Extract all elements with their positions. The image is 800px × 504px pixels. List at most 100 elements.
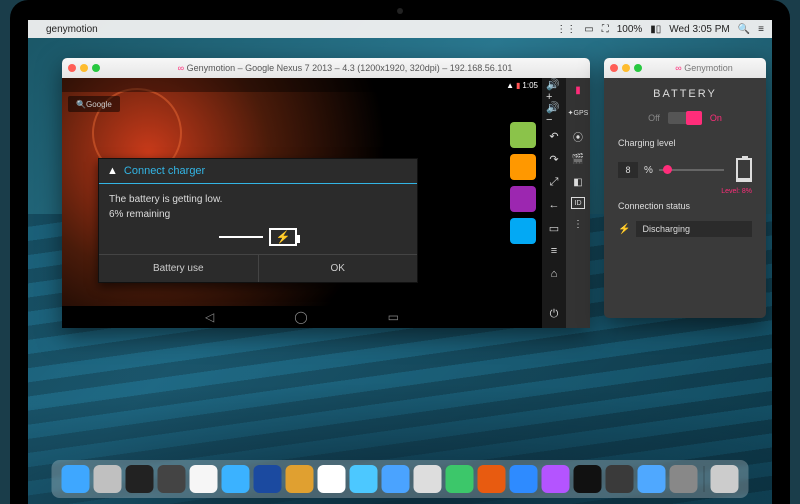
spotlight-icon[interactable]: 🔍	[738, 24, 750, 35]
dock-android-studio-icon[interactable]	[606, 465, 634, 493]
google-search-widget[interactable]: 🔍 Google	[68, 96, 120, 112]
home-app-column	[510, 122, 536, 244]
app-icon-1[interactable]	[510, 122, 536, 148]
volume-down-button[interactable]: 🔊−	[546, 105, 562, 121]
capture-widget-button[interactable]: 🎬	[570, 151, 586, 167]
dock-virtualbox-icon[interactable]	[254, 465, 282, 493]
battery-use-button[interactable]: Battery use	[99, 255, 259, 282]
app-menu-name[interactable]: genymotion	[46, 24, 98, 35]
emulator-window-title: ∞ Genymotion – Google Nexus 7 2013 – 4.3…	[106, 63, 584, 73]
more-widget-button[interactable]: ⋮	[570, 216, 586, 232]
fullscreen-icon[interactable]: ⛶	[602, 24, 609, 35]
charging-level-unit: %	[644, 165, 653, 176]
android-clock: 1:05	[522, 81, 538, 90]
warning-icon: ▲	[107, 165, 118, 177]
wifi-icon[interactable]: ⋮⋮	[556, 24, 576, 35]
emulator-titlebar[interactable]: ∞ Genymotion – Google Nexus 7 2013 – 4.3…	[62, 58, 590, 78]
battery-widget-button[interactable]: ▮	[570, 82, 586, 98]
nav-recent-icon[interactable]: ▭	[388, 310, 399, 324]
dock-firefox-icon[interactable]	[478, 465, 506, 493]
battery-percent[interactable]: 100%	[617, 24, 643, 35]
remote-widget-button[interactable]: ◧	[570, 174, 586, 190]
dock-mail-icon[interactable]	[382, 465, 410, 493]
battery-panel-close-button[interactable]	[610, 64, 618, 72]
dock-safari-icon[interactable]	[222, 465, 250, 493]
dock-launchpad-icon[interactable]	[94, 465, 122, 493]
dock-chrome-icon[interactable]	[190, 465, 218, 493]
dock-terminal-icon[interactable]	[126, 465, 154, 493]
nav-back-icon[interactable]: ◁	[205, 310, 214, 324]
battery-icon[interactable]: ▮▯	[650, 24, 661, 35]
power-button[interactable]: ⏻	[546, 308, 562, 324]
charging-level-input[interactable]	[618, 162, 638, 178]
device-recent-button[interactable]: ▭	[546, 220, 562, 236]
dock-genymotion-icon[interactable]	[574, 465, 602, 493]
battery-panel-zoom-button[interactable]	[634, 64, 642, 72]
toggle-off-label: Off	[648, 113, 660, 123]
dock-calendar-icon[interactable]	[318, 465, 346, 493]
dock-activity-icon[interactable]	[158, 465, 186, 493]
dock	[52, 460, 749, 498]
monitor-bezel: genymotion ⋮⋮ ▭ ⛶ 100% ▮▯ Wed 3:05 PM 🔍 …	[10, 0, 790, 504]
toggle-on-label: On	[710, 113, 722, 123]
dialog-message-2: 6% remaining	[109, 207, 407, 222]
connection-status-label: Connection status	[618, 201, 752, 211]
android-battery-icon: ▮	[516, 81, 520, 90]
device-back-button[interactable]: ←	[546, 197, 562, 213]
gps-widget-button[interactable]: ✦GPS	[570, 105, 586, 121]
dock-dropbox-icon[interactable]	[510, 465, 538, 493]
battery-override-toggle[interactable]	[668, 112, 702, 124]
android-signal-icon: ▲	[506, 81, 514, 90]
battery-panel-minimize-button[interactable]	[622, 64, 630, 72]
emulator-widgets-toolbar: ▮ ✦GPS ⦿ 🎬 ◧ ID ⋮	[566, 78, 590, 328]
zoom-window-button[interactable]	[92, 64, 100, 72]
minimize-window-button[interactable]	[80, 64, 88, 72]
android-status-bar[interactable]: ▲ ▮ 1:05	[62, 78, 542, 92]
dock-messages-icon[interactable]	[350, 465, 378, 493]
android-nav-bar: ◁ ◯ ▭	[62, 306, 542, 328]
app-icon-2[interactable]	[510, 154, 536, 180]
battery-panel-titlebar[interactable]: ∞ Genymotion	[604, 58, 766, 78]
display-icon[interactable]: ▭	[584, 24, 593, 35]
battery-level-icon	[736, 158, 752, 182]
device-menu-button[interactable]: ≡	[546, 243, 562, 259]
dock-preferences-icon[interactable]	[670, 465, 698, 493]
dock-finder-icon[interactable]	[62, 465, 90, 493]
rotate-right-button[interactable]: ↷	[546, 151, 562, 167]
nav-home-icon[interactable]: ◯	[294, 310, 307, 324]
camera-widget-button[interactable]: ⦿	[570, 128, 586, 144]
id-widget-button[interactable]: ID	[571, 197, 585, 209]
bolt-icon: ⚡	[276, 228, 291, 246]
level-tooltip: Level: 8%	[618, 188, 752, 195]
dock-separator	[704, 466, 705, 492]
android-screen[interactable]: ▲ ▮ 1:05 🔍 Google ▲ Connec	[62, 78, 542, 328]
battery-panel-window: ∞ Genymotion BATTERY Off On Charging lev…	[604, 58, 766, 318]
rotate-left-button[interactable]: ↶	[546, 128, 562, 144]
app-icon-4[interactable]	[510, 218, 536, 244]
mac-menubar: genymotion ⋮⋮ ▭ ⛶ 100% ▮▯ Wed 3:05 PM 🔍 …	[28, 20, 772, 38]
ok-button[interactable]: OK	[259, 255, 418, 282]
dock-app-store-icon[interactable]	[638, 465, 666, 493]
volume-up-button[interactable]: 🔊+	[546, 82, 562, 98]
battery-panel-heading: BATTERY	[618, 88, 752, 100]
traffic-lights	[68, 64, 100, 72]
fullscreen-button[interactable]: ⤢	[546, 174, 562, 190]
low-battery-dialog: ▲ Connect charger The battery is getting…	[98, 158, 418, 283]
desktop-screen: genymotion ⋮⋮ ▭ ⛶ 100% ▮▯ Wed 3:05 PM 🔍 …	[28, 20, 772, 504]
dock-facetime-icon[interactable]	[446, 465, 474, 493]
emulator-device-toolbar: 🔊+ 🔊− ↶ ↷ ⤢ ← ▭ ≡ ⌂ ⏻	[542, 78, 566, 328]
dialog-header: ▲ Connect charger	[99, 159, 417, 184]
app-icon-3[interactable]	[510, 186, 536, 212]
dock-preview-icon[interactable]	[414, 465, 442, 493]
notification-center-icon[interactable]: ≡	[758, 24, 764, 35]
dialog-title: Connect charger	[124, 165, 205, 177]
menubar-clock[interactable]: Wed 3:05 PM	[669, 24, 729, 35]
device-home-button[interactable]: ⌂	[546, 266, 562, 282]
dock-trash-icon[interactable]	[711, 465, 739, 493]
dialog-message-1: The battery is getting low.	[109, 192, 407, 207]
connection-status-select[interactable]: Discharging	[636, 221, 752, 237]
dock-itunes-icon[interactable]	[542, 465, 570, 493]
close-window-button[interactable]	[68, 64, 76, 72]
dock-installer-icon[interactable]	[286, 465, 314, 493]
charging-level-slider[interactable]	[659, 169, 724, 171]
